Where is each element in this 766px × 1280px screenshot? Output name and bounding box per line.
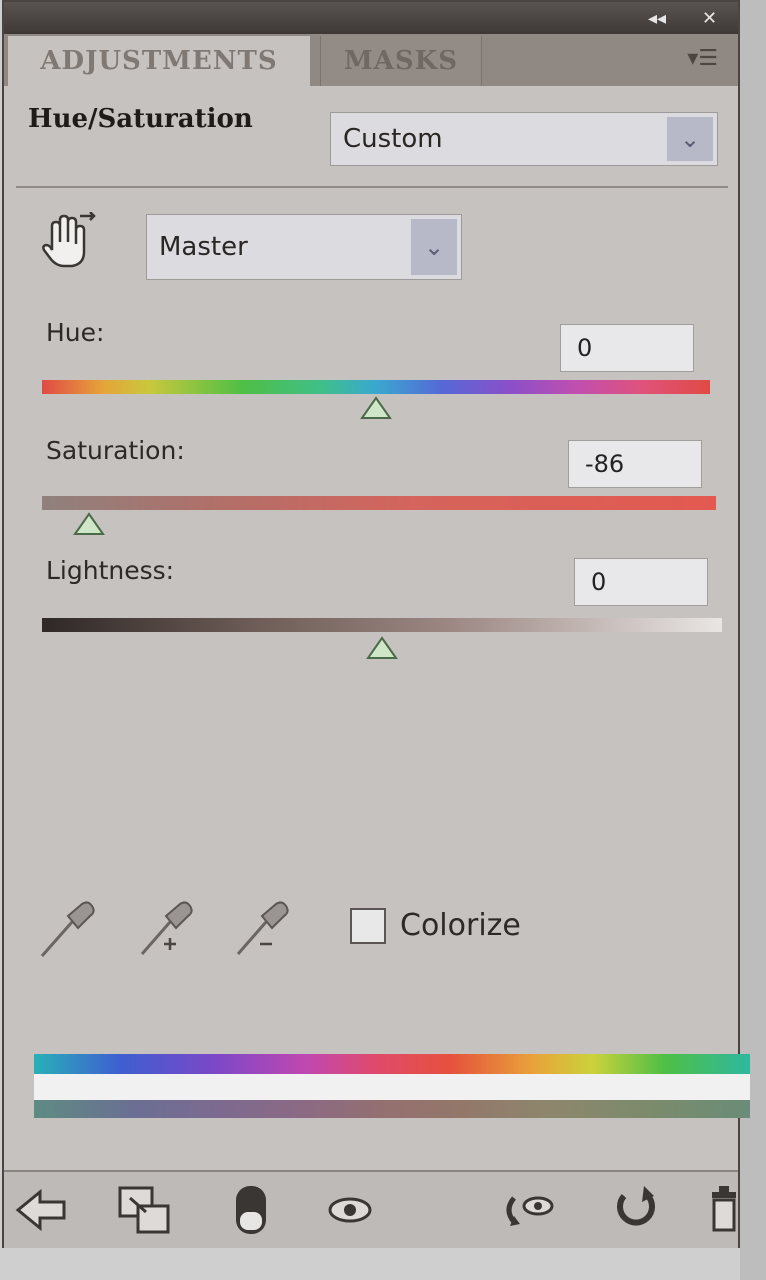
preset-dropdown[interactable]: Custom ⌄ xyxy=(330,112,718,166)
lightness-slider-track[interactable] xyxy=(42,618,722,632)
input-color-ramp xyxy=(34,1054,750,1074)
saturation-label: Saturation: xyxy=(46,436,185,465)
colorize-label: Colorize xyxy=(400,908,521,943)
eye-icon[interactable] xyxy=(322,1182,378,1238)
preset-value: Custom xyxy=(343,124,443,154)
channel-dropdown[interactable]: Master ⌄ xyxy=(146,214,462,280)
bottom-toolbar xyxy=(4,1170,738,1248)
lightness-slider-thumb[interactable] xyxy=(365,636,399,662)
saturation-value-field[interactable]: -86 xyxy=(568,440,702,488)
hue-value-field[interactable]: 0 xyxy=(560,324,694,372)
adjustments-panel: ◂◂ ✕ ADJUSTMENTS MASKS ▾☰ Hue/Saturation… xyxy=(2,0,750,1248)
tab-masks[interactable]: MASKS xyxy=(320,36,482,86)
eyedropper-icon[interactable] xyxy=(36,898,96,962)
output-color-ramp xyxy=(34,1100,750,1118)
saturation-slider-track[interactable] xyxy=(42,496,716,510)
ramp-range-area xyxy=(34,1074,750,1100)
view-previous-icon[interactable] xyxy=(500,1182,556,1238)
hue-slider-thumb[interactable] xyxy=(359,396,393,422)
channel-value: Master xyxy=(159,232,248,262)
eyedropper-subtract-icon[interactable] xyxy=(230,898,290,962)
panel-titlebar: ◂◂ ✕ xyxy=(4,2,738,34)
lightness-label: Lightness: xyxy=(46,556,175,585)
clip-to-layer-icon[interactable] xyxy=(116,1182,172,1238)
reset-icon[interactable] xyxy=(608,1182,664,1238)
close-icon[interactable]: ✕ xyxy=(702,8,717,29)
layer-visibility-mask-icon[interactable] xyxy=(224,1182,280,1238)
return-arrow-icon[interactable] xyxy=(14,1182,70,1238)
targeted-adjustment-hand-icon[interactable] xyxy=(38,212,98,272)
saturation-slider-thumb[interactable] xyxy=(72,512,106,538)
collapse-panel-icon[interactable]: ◂◂ xyxy=(648,8,666,29)
hue-slider-track[interactable] xyxy=(42,380,710,394)
trash-icon[interactable] xyxy=(708,1182,740,1238)
lightness-value-field[interactable]: 0 xyxy=(574,558,708,606)
eyedropper-add-icon[interactable] xyxy=(134,898,194,962)
panel-tabs: ADJUSTMENTS MASKS ▾☰ xyxy=(4,34,738,86)
divider xyxy=(16,186,728,188)
hue-label: Hue: xyxy=(46,318,105,347)
panel-menu-icon[interactable]: ▾☰ xyxy=(687,46,718,71)
chevron-down-icon: ⌄ xyxy=(411,219,457,275)
colorize-checkbox[interactable] xyxy=(350,908,386,944)
chevron-down-icon: ⌄ xyxy=(667,117,713,161)
tab-adjustments[interactable]: ADJUSTMENTS xyxy=(8,36,310,86)
adjustment-title: Hue/Saturation xyxy=(28,104,253,134)
